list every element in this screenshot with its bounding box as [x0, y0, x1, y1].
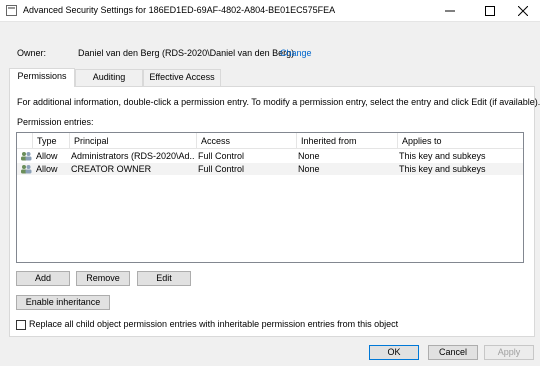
cancel-button[interactable]: Cancel: [428, 345, 478, 360]
enable-inheritance-button[interactable]: Enable inheritance: [16, 295, 110, 310]
row-access: Full Control: [198, 164, 245, 174]
minimize-icon: [445, 10, 455, 12]
maximize-icon: [485, 6, 495, 16]
column-principal[interactable]: Principal: [70, 133, 197, 149]
edit-button[interactable]: Edit: [137, 271, 191, 286]
row-type: Allow: [36, 151, 58, 161]
row-type: Allow: [36, 164, 58, 174]
row-principal: Administrators (RDS-2020\Ad...: [71, 151, 195, 161]
column-type[interactable]: Type: [33, 133, 70, 149]
column-spacer: [17, 133, 33, 149]
permission-entries-list[interactable]: Type Principal Access Inherited from App…: [16, 132, 524, 263]
ok-button[interactable]: OK: [369, 345, 419, 360]
close-button[interactable]: [505, 0, 540, 22]
title-bar: Advanced Security Settings for 186ED1ED-…: [0, 0, 540, 22]
row-access: Full Control: [198, 151, 245, 161]
table-row[interactable]: Allow Administrators (RDS-2020\Ad... Ful…: [17, 150, 523, 162]
remove-button[interactable]: Remove: [76, 271, 130, 286]
row-inherited-from: None: [298, 164, 320, 174]
tab-effective-access[interactable]: Effective Access: [143, 69, 221, 86]
info-text: For additional information, double-click…: [17, 97, 540, 107]
owner-value: Daniel van den Berg (RDS-2020\Daniel van…: [78, 48, 295, 58]
row-applies-to: This key and subkeys: [399, 151, 486, 161]
owner-label: Owner:: [17, 48, 47, 58]
table-row[interactable]: Allow CREATOR OWNER Full Control None Th…: [17, 163, 523, 175]
column-inherited-from[interactable]: Inherited from: [297, 133, 398, 149]
minimize-button[interactable]: [432, 0, 468, 22]
row-inherited-from: None: [298, 151, 320, 161]
user-group-icon: [21, 165, 32, 174]
row-applies-to: This key and subkeys: [399, 164, 486, 174]
column-applies-to[interactable]: Applies to: [398, 133, 523, 149]
maximize-button[interactable]: [472, 0, 508, 22]
apply-button[interactable]: Apply: [484, 345, 534, 360]
user-group-icon: [21, 152, 32, 161]
window-title: Advanced Security Settings for 186ED1ED-…: [23, 5, 336, 15]
change-owner-link[interactable]: Change: [280, 48, 312, 58]
permission-entries-label: Permission entries:: [17, 117, 94, 127]
add-button[interactable]: Add: [16, 271, 70, 286]
tab-permissions[interactable]: Permissions: [9, 68, 75, 87]
row-principal: CREATOR OWNER: [71, 164, 152, 174]
list-header: Type Principal Access Inherited from App…: [17, 133, 523, 149]
replace-child-permissions-label[interactable]: Replace all child object permission entr…: [29, 319, 398, 329]
replace-child-permissions-checkbox[interactable]: [16, 320, 26, 330]
close-icon: [518, 6, 528, 16]
column-access[interactable]: Access: [197, 133, 297, 149]
tab-auditing[interactable]: Auditing: [75, 69, 143, 86]
shield-icon: [6, 5, 17, 16]
